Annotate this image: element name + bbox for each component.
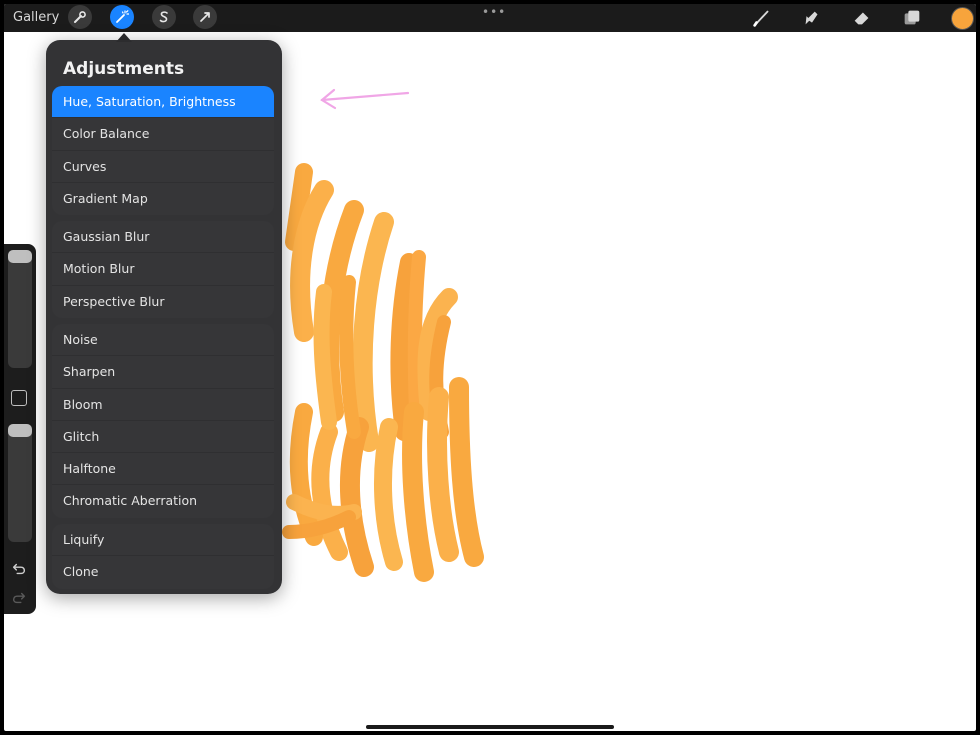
adjustments-group-distort: Liquify Clone bbox=[52, 524, 274, 589]
adjustments-group-effects: Noise Sharpen Bloom Glitch Halftone Chro… bbox=[52, 324, 274, 518]
menu-item-halftone[interactable]: Halftone bbox=[52, 453, 274, 486]
menu-item-clone[interactable]: Clone bbox=[52, 556, 274, 588]
menu-item-hue-saturation-brightness[interactable]: Hue, Saturation, Brightness bbox=[52, 86, 274, 119]
menu-item-sharpen[interactable]: Sharpen bbox=[52, 356, 274, 389]
actions-button[interactable] bbox=[68, 5, 92, 29]
procreate-screen: Gallery ••• Adjustments Hue, Saturation,… bbox=[4, 4, 976, 731]
transform-button[interactable] bbox=[193, 5, 217, 29]
redo-button[interactable] bbox=[10, 589, 28, 607]
smudge-tool-button[interactable] bbox=[800, 6, 824, 30]
menu-item-gradient-map[interactable]: Gradient Map bbox=[52, 183, 274, 215]
eraser-tool-button[interactable] bbox=[850, 6, 874, 30]
undo-button[interactable] bbox=[10, 560, 28, 578]
pink-annotation-arrow bbox=[320, 88, 410, 110]
adjustments-button[interactable] bbox=[110, 5, 134, 29]
brush-tool-button[interactable] bbox=[750, 6, 774, 30]
gallery-button[interactable]: Gallery bbox=[13, 7, 59, 29]
layers-icon bbox=[904, 10, 920, 25]
wrench-icon bbox=[74, 11, 86, 23]
menu-item-chromatic-aberration[interactable]: Chromatic Aberration bbox=[52, 485, 274, 517]
modify-button[interactable] bbox=[11, 390, 27, 406]
brush-size-slider[interactable] bbox=[8, 250, 32, 368]
more-dots-icon[interactable]: ••• bbox=[482, 6, 506, 18]
top-toolbar: Gallery ••• bbox=[4, 4, 976, 32]
color-picker-swatch[interactable] bbox=[951, 7, 974, 30]
brush-opacity-knob[interactable] bbox=[8, 424, 32, 437]
menu-item-color-balance[interactable]: Color Balance bbox=[52, 118, 274, 151]
menu-item-bloom[interactable]: Bloom bbox=[52, 389, 274, 421]
undo-icon bbox=[12, 563, 26, 575]
magic-wand-icon bbox=[116, 10, 129, 23]
selection-button[interactable] bbox=[152, 5, 176, 29]
menu-item-liquify[interactable]: Liquify bbox=[52, 524, 274, 557]
brush-icon bbox=[753, 10, 769, 27]
brush-size-knob[interactable] bbox=[8, 250, 32, 263]
adjustments-group-blur: Gaussian Blur Motion Blur Perspective Bl… bbox=[52, 221, 274, 318]
adjustments-group-color: Hue, Saturation, Brightness Color Balanc… bbox=[52, 86, 274, 216]
menu-item-perspective-blur[interactable]: Perspective Blur bbox=[52, 286, 274, 318]
menu-item-gaussian-blur[interactable]: Gaussian Blur bbox=[52, 221, 274, 254]
menu-item-noise[interactable]: Noise bbox=[52, 324, 274, 357]
layers-button[interactable] bbox=[900, 6, 924, 30]
menu-item-motion-blur[interactable]: Motion Blur bbox=[52, 253, 274, 286]
arrow-transform-icon bbox=[200, 12, 210, 22]
adjustments-title: Adjustments bbox=[63, 59, 185, 79]
redo-icon bbox=[12, 592, 26, 604]
adjustments-menu: Adjustments Hue, Saturation, Brightness … bbox=[46, 40, 282, 594]
left-sidebar bbox=[4, 244, 36, 614]
selection-s-icon bbox=[159, 11, 168, 23]
menu-item-curves[interactable]: Curves bbox=[52, 151, 274, 183]
menu-item-glitch[interactable]: Glitch bbox=[52, 421, 274, 454]
eraser-icon bbox=[854, 12, 869, 25]
orange-scribble-strokes bbox=[282, 163, 484, 582]
brush-opacity-slider[interactable] bbox=[8, 424, 32, 542]
smudge-icon bbox=[805, 11, 818, 25]
home-indicator bbox=[366, 725, 614, 729]
